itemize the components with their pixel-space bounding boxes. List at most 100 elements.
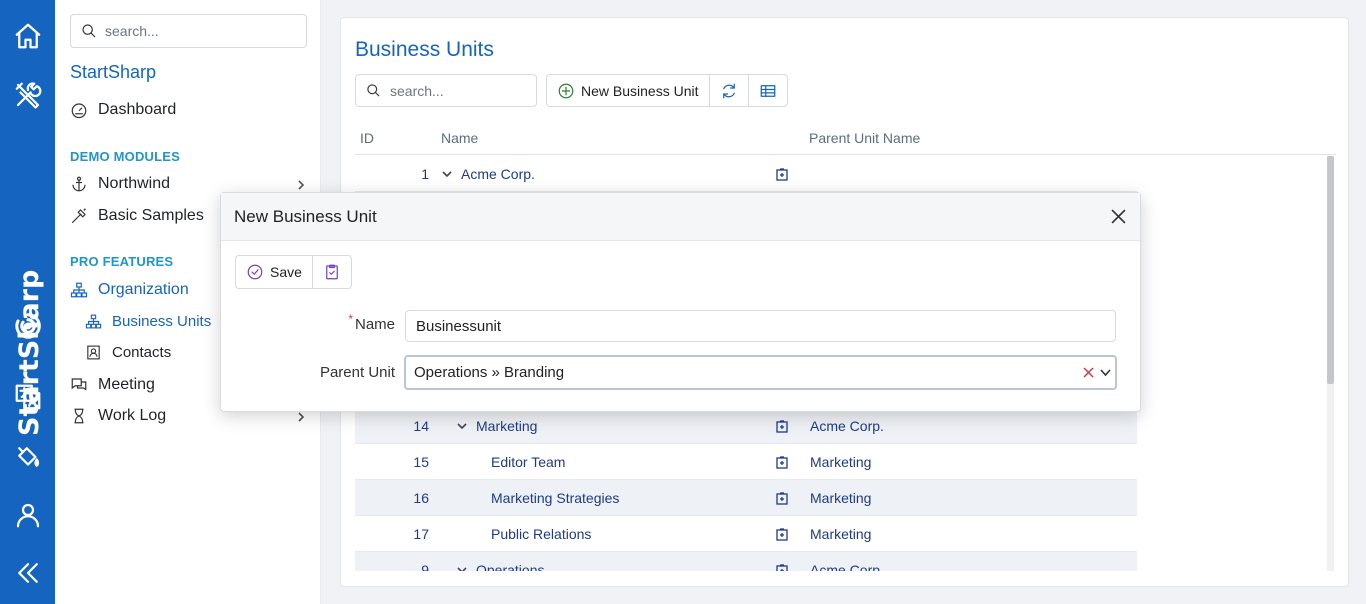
row-id: 15 xyxy=(413,454,429,470)
apply-changes-button[interactable] xyxy=(313,256,351,288)
row-id: 14 xyxy=(413,418,429,434)
new-business-unit-button[interactable]: New Business Unit xyxy=(547,75,710,106)
table-row[interactable]: 14 Marketing Acme Corp. xyxy=(355,408,1137,444)
column-header-parent[interactable]: Parent Unit Name xyxy=(809,130,920,146)
sidebar-item-work-log[interactable]: Work Log xyxy=(70,407,166,425)
plus-circle-icon xyxy=(558,83,574,98)
search-icon xyxy=(367,84,380,97)
grid-header: ID Name Parent Unit Name xyxy=(355,124,1336,155)
table-row[interactable]: 17 Public Relations Marketing xyxy=(355,516,1137,552)
sidebar-item-label: Business Units xyxy=(112,313,212,330)
collapse-icon[interactable] xyxy=(0,553,55,593)
column-picker-button[interactable] xyxy=(749,75,787,106)
sidebar-item-organization[interactable]: Organization xyxy=(70,281,189,299)
row-name-link[interactable]: Acme Corp. xyxy=(461,166,535,182)
chevron-down-icon[interactable] xyxy=(456,420,468,432)
close-icon[interactable] xyxy=(1111,209,1126,224)
grid-toolbar: New Business Unit xyxy=(546,74,788,107)
column-header-id[interactable]: ID xyxy=(360,130,374,146)
row-parent-link[interactable]: Marketing xyxy=(810,454,871,470)
edit-icon[interactable] xyxy=(776,456,788,469)
translate-icon[interactable] xyxy=(0,377,55,417)
edit-icon[interactable] xyxy=(776,168,788,181)
chevron-down-icon[interactable] xyxy=(1099,366,1112,379)
save-button[interactable]: Save xyxy=(236,256,313,288)
sidebar-item-label: Basic Samples xyxy=(98,207,204,224)
refresh-button[interactable] xyxy=(710,75,749,106)
row-name-link[interactable]: Operations xyxy=(476,562,544,571)
row-name-link[interactable]: Marketing Strategies xyxy=(491,490,619,506)
table-row[interactable]: 9 Operations Acme Corp. xyxy=(355,552,1137,571)
column-header-name[interactable]: Name xyxy=(441,130,478,146)
sidebar-item-label: Dashboard xyxy=(98,101,177,118)
search-icon xyxy=(82,24,96,38)
row-name-link[interactable]: Editor Team xyxy=(491,454,565,470)
tools-icon[interactable] xyxy=(0,75,55,115)
name-label: * Name xyxy=(348,312,395,333)
grid-scrollbar[interactable] xyxy=(1327,156,1334,571)
parent-unit-label: Parent Unit xyxy=(319,364,395,381)
row-parent-link[interactable]: Acme Corp. xyxy=(810,562,884,571)
save-label: Save xyxy=(270,264,302,280)
dialog-title: New Business Unit xyxy=(234,207,377,226)
edit-icon[interactable] xyxy=(776,420,788,433)
section-pro-features: PRO FEATURES xyxy=(70,254,174,269)
row-parent-link[interactable]: Acme Corp. xyxy=(810,418,884,434)
sidebar-item-dashboard[interactable]: Dashboard xyxy=(70,101,176,119)
dialog-header: New Business Unit xyxy=(221,193,1140,241)
row-parent-link[interactable]: Marketing xyxy=(810,490,871,506)
brand-swirl-icon xyxy=(0,306,55,346)
row-parent-link[interactable]: Marketing xyxy=(810,526,871,542)
chevron-down-icon[interactable] xyxy=(441,168,453,180)
sidebar-item-label: Work Log xyxy=(98,407,167,424)
refresh-icon xyxy=(722,83,735,98)
row-id: 16 xyxy=(413,490,429,506)
chevron-right-icon xyxy=(298,412,305,422)
sidebar-item-label: Organization xyxy=(98,281,189,298)
sidebar-item-basic-samples[interactable]: Basic Samples xyxy=(70,207,204,225)
chevron-right-icon xyxy=(298,180,305,190)
clipboard-check-icon xyxy=(326,264,338,280)
required-marker: * xyxy=(348,312,353,326)
row-id: 9 xyxy=(421,562,429,571)
row-name-link[interactable]: Marketing xyxy=(476,418,537,434)
row-id: 17 xyxy=(413,526,429,542)
table-row[interactable]: 1 Acme Corp. xyxy=(355,156,1137,192)
clear-icon[interactable] xyxy=(1083,367,1094,378)
app-title[interactable]: StartSharp xyxy=(70,62,156,83)
edit-icon[interactable] xyxy=(776,492,788,505)
check-circle-icon xyxy=(247,264,263,280)
hourglass-icon xyxy=(74,408,84,424)
page-title: Business Units xyxy=(355,38,494,61)
scrollbar-thumb[interactable] xyxy=(1327,156,1334,384)
sidebar-item-meeting[interactable]: Meeting xyxy=(70,376,155,394)
paint-bucket-icon[interactable] xyxy=(0,437,55,477)
sidebar-item-label: Contacts xyxy=(112,344,172,361)
user-icon[interactable] xyxy=(0,495,55,535)
sidebar-item-contacts[interactable]: Contacts xyxy=(85,344,171,361)
sidebar-search-input[interactable] xyxy=(105,23,295,39)
sidebar-item-business-units[interactable]: Business Units xyxy=(85,313,211,330)
grid-search-input[interactable] xyxy=(390,82,530,99)
edit-icon[interactable] xyxy=(776,528,788,541)
chevron-down-icon[interactable] xyxy=(456,564,468,571)
icon-rail: StartSharp xyxy=(0,0,55,604)
chat-bubbles-icon xyxy=(71,378,87,391)
table-row[interactable]: 15 Editor Team Marketing xyxy=(355,444,1137,480)
edit-icon[interactable] xyxy=(776,564,788,571)
table-icon xyxy=(760,84,775,97)
home-icon[interactable] xyxy=(0,16,55,56)
row-name-link[interactable]: Public Relations xyxy=(491,526,591,542)
contact-card-icon xyxy=(87,345,100,360)
new-business-unit-dialog: New Business Unit Save *Name Parent Unit… xyxy=(220,192,1141,412)
sidebar-item-northwind[interactable]: Northwind xyxy=(70,175,170,193)
parent-unit-select[interactable]: Operations » Branding xyxy=(404,355,1117,390)
sitemap-icon xyxy=(85,314,102,329)
grid-search[interactable] xyxy=(355,74,537,107)
row-id: 1 xyxy=(421,166,429,182)
sidebar-item-label: Northwind xyxy=(98,175,171,192)
name-field[interactable] xyxy=(405,310,1116,342)
anchor-icon xyxy=(72,176,86,192)
table-row[interactable]: 16 Marketing Strategies Marketing xyxy=(355,480,1137,516)
sidebar-search[interactable] xyxy=(70,14,307,48)
